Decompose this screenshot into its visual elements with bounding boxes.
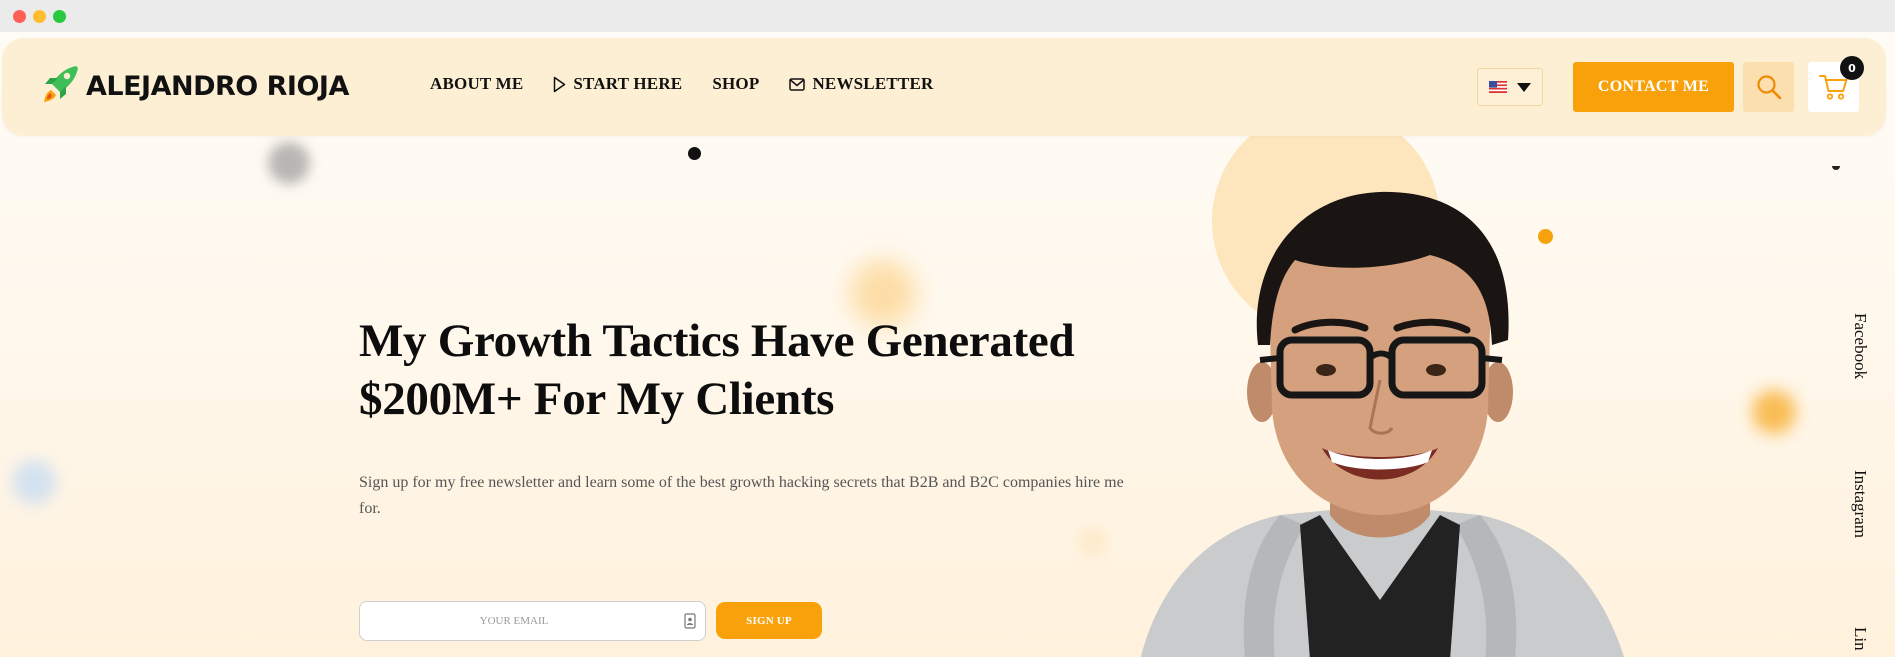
envelope-icon: [789, 77, 806, 91]
hero-title: My Growth Tactics Have Generated $200M+ …: [359, 312, 1149, 428]
decor-mark: [1832, 166, 1840, 170]
site-header: ALEJANDRO RIOJA ABOUT ME START HERE SHOP…: [2, 38, 1886, 136]
nav-item-shop[interactable]: SHOP: [712, 74, 759, 94]
language-selector[interactable]: [1477, 68, 1543, 106]
hero-subtitle: Sign up for my free newsletter and learn…: [359, 474, 1124, 517]
nav-item-newsletter[interactable]: NEWSLETTER: [789, 74, 933, 94]
newsletter-email-wrapper: [359, 601, 706, 641]
contact-card-icon: [684, 613, 696, 629]
nav-item-label: NEWSLETTER: [812, 74, 934, 93]
window-minimize-button[interactable]: [33, 10, 46, 23]
nav-item-label: SHOP: [712, 74, 760, 93]
decor-blur-gray: [268, 142, 310, 184]
hero-title-line-2: $200M+ For My Clients: [359, 373, 835, 425]
decor-blur-orange: [1752, 390, 1796, 434]
brand-name: ALEJANDRO RIOJA: [86, 70, 349, 102]
site-logo[interactable]: ALEJANDRO RIOJA: [38, 64, 349, 108]
main-nav: ABOUT ME START HERE SHOP NEWSLETTER: [430, 74, 963, 94]
social-link-linkedin[interactable]: Lin: [1850, 627, 1870, 651]
cart-count-badge: 0: [1840, 56, 1864, 80]
browser-titlebar: [0, 0, 1895, 32]
nav-item-label: START HERE: [573, 74, 683, 93]
decor-blur-faint: [1078, 527, 1108, 557]
play-outline-icon: [554, 76, 566, 92]
nav-item-start-here[interactable]: START HERE: [553, 74, 682, 94]
window-close-button[interactable]: [13, 10, 26, 23]
decor-blur-blue: [12, 460, 56, 504]
hero-portrait: [1130, 180, 1630, 657]
caret-down-icon: [1517, 82, 1531, 92]
search-button[interactable]: [1743, 62, 1794, 112]
newsletter-email-input[interactable]: [364, 603, 664, 639]
social-link-instagram[interactable]: Instagram: [1850, 470, 1870, 538]
us-flag-icon: [1489, 81, 1507, 93]
nav-item-about-me[interactable]: ABOUT ME: [430, 74, 523, 94]
window-maximize-button[interactable]: [53, 10, 66, 23]
hero-title-line-1: My Growth Tactics Have Generated: [359, 315, 1075, 367]
social-link-facebook[interactable]: Facebook: [1850, 313, 1870, 379]
decor-dot-black: [688, 147, 701, 160]
search-icon: [1756, 75, 1781, 100]
contact-me-button[interactable]: CONTACT ME: [1573, 62, 1734, 112]
rocket-icon: [38, 62, 82, 111]
signup-button[interactable]: SIGN UP: [716, 602, 822, 639]
nav-item-label: ABOUT ME: [430, 74, 524, 93]
